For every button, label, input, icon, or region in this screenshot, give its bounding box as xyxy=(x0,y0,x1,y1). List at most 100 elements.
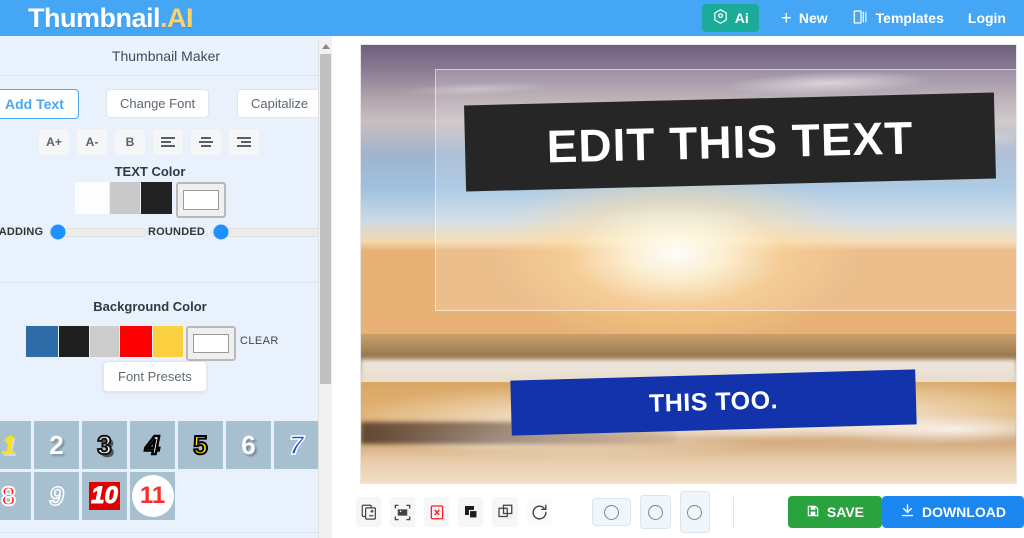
floppy-icon xyxy=(806,504,820,521)
nav-new-button[interactable]: + New xyxy=(769,0,840,36)
font-preset-label: 5 xyxy=(192,429,209,461)
bg-color-swatch-red[interactable] xyxy=(120,326,152,357)
font-preset-label: 6 xyxy=(241,429,256,460)
app-logo[interactable]: Thumbnail.AI xyxy=(28,2,194,33)
text-tools-row: Add Text Change Font Capitalize xyxy=(0,76,332,128)
bg-color-swatch-gray[interactable] xyxy=(90,326,119,357)
ratio-circle-icon xyxy=(603,504,619,520)
nav-login-label: Login xyxy=(967,10,1006,26)
cube-icon xyxy=(712,8,729,28)
canvas-area: EDIT THIS TEXT THIS TOO. xyxy=(332,36,1024,538)
format-row: A+ A- B xyxy=(0,128,332,164)
add-page-icon[interactable] xyxy=(356,497,382,527)
bring-front-icon[interactable] xyxy=(458,497,484,527)
bold-button[interactable]: B xyxy=(114,128,146,156)
brand-name: Thumbnail xyxy=(28,2,161,33)
font-preset-3[interactable]: 3 xyxy=(82,421,127,469)
scroll-up-arrow-icon[interactable] xyxy=(319,40,332,52)
align-left-icon xyxy=(161,137,175,147)
sidebar-panel: Thumbnail Maker Add Text Change Font Cap… xyxy=(0,36,333,538)
padding-slider-knob[interactable] xyxy=(50,224,66,240)
align-center-button[interactable] xyxy=(190,128,222,156)
ratio-medium[interactable] xyxy=(640,495,671,529)
font-preset-6[interactable]: 6 xyxy=(226,421,271,469)
padding-slider[interactable]: PADDING xyxy=(0,224,148,240)
plus-icon: + xyxy=(780,7,792,29)
align-center-icon xyxy=(199,137,213,147)
sidebar-divider-bottom xyxy=(0,532,332,533)
ratio-circle-icon xyxy=(687,504,703,520)
add-image-icon[interactable] xyxy=(390,497,416,527)
bg-color-picker[interactable] xyxy=(186,326,236,361)
font-presets-grid: 1 2 3 4 5 6 7 8 9 10 11 xyxy=(0,421,322,523)
padding-slider-label: PADDING xyxy=(0,226,44,238)
align-right-icon xyxy=(237,137,251,147)
brand-suffix: .AI xyxy=(160,2,194,33)
bg-color-swatch-yellow[interactable] xyxy=(153,326,183,357)
text-color-swatch-gray[interactable] xyxy=(110,182,140,214)
rounded-slider-label: ROUNDED xyxy=(148,226,206,238)
download-button[interactable]: DOWNLOAD xyxy=(881,496,1024,528)
align-left-button[interactable] xyxy=(152,128,184,156)
text-element-bottom[interactable]: THIS TOO. xyxy=(510,369,917,436)
nav-ai-button[interactable]: Ai xyxy=(701,4,759,32)
font-preset-1[interactable]: 1 xyxy=(0,421,31,469)
nav-login-button[interactable]: Login xyxy=(956,0,1018,36)
rounded-slider-track[interactable] xyxy=(211,224,332,240)
font-preset-2[interactable]: 2 xyxy=(34,421,79,469)
bg-color-swatch-blue[interactable] xyxy=(26,326,58,357)
font-preset-10[interactable]: 10 xyxy=(82,472,127,520)
toolbar-separator xyxy=(732,495,734,529)
nav-templates-button[interactable]: Templates xyxy=(840,0,956,36)
rounded-slider[interactable]: ROUNDED xyxy=(148,224,332,240)
templates-icon xyxy=(852,8,870,29)
font-presets-row-1: 1 2 3 4 5 6 7 xyxy=(0,421,322,472)
bg-color-swatch-black[interactable] xyxy=(59,326,89,357)
nav-ai-label: Ai xyxy=(734,10,749,26)
text-color-picker[interactable] xyxy=(176,182,226,218)
font-preset-11[interactable]: 11 xyxy=(130,472,175,520)
delete-icon[interactable] xyxy=(424,497,450,527)
ratio-circle-icon xyxy=(647,504,663,520)
text-color-swatch-dark[interactable] xyxy=(141,182,172,214)
refresh-icon[interactable] xyxy=(526,497,552,527)
padding-slider-track[interactable] xyxy=(49,224,148,240)
thumbnail-canvas[interactable]: EDIT THIS TEXT THIS TOO. xyxy=(361,45,1016,483)
font-preset-label: 1 xyxy=(1,429,16,460)
font-size-decrease-button[interactable]: A- xyxy=(76,128,108,156)
nav-templates-label: Templates xyxy=(875,10,944,26)
font-preset-5[interactable]: 5 xyxy=(178,421,223,469)
download-icon xyxy=(900,503,915,521)
change-font-button[interactable]: Change Font xyxy=(106,89,210,118)
nav-new-label: New xyxy=(798,10,828,26)
save-button[interactable]: SAVE xyxy=(787,496,882,528)
font-preset-7[interactable]: 7 xyxy=(274,421,319,469)
app-header: Thumbnail.AI Ai + New Templates Login xyxy=(0,0,1024,36)
send-back-icon[interactable] xyxy=(492,497,518,527)
font-presets-tooltip: Font Presets xyxy=(103,361,207,392)
font-preset-label: 10 xyxy=(89,482,120,510)
font-size-increase-button[interactable]: A+ xyxy=(38,128,70,156)
background-color-section: Background Color CLEAR Font Presets xyxy=(0,283,332,392)
bg-clear-button[interactable]: CLEAR xyxy=(240,335,279,347)
font-preset-8[interactable]: 8 xyxy=(0,472,31,520)
font-preset-label: 7 xyxy=(288,429,304,461)
rounded-slider-knob[interactable] xyxy=(213,224,229,240)
font-preset-label: 4 xyxy=(144,428,161,461)
text-element-top[interactable]: EDIT THIS TEXT xyxy=(464,92,996,192)
capitalize-button[interactable]: Capitalize xyxy=(237,89,323,118)
sidebar-scrollbar[interactable] xyxy=(318,40,332,538)
text-color-swatch-white[interactable] xyxy=(75,182,109,214)
ratio-small[interactable] xyxy=(591,498,632,526)
font-presets-row-2: 8 9 10 11 xyxy=(0,472,322,523)
add-text-button[interactable]: Add Text xyxy=(0,89,79,119)
font-preset-4[interactable]: 4 xyxy=(130,421,175,469)
ratio-large[interactable] xyxy=(679,491,710,533)
align-right-button[interactable] xyxy=(228,128,260,156)
bottom-toolbar: SAVE DOWNLOAD xyxy=(332,486,1024,538)
scrollbar-thumb[interactable] xyxy=(320,54,331,384)
font-preset-9[interactable]: 9 xyxy=(34,472,79,520)
text-color-section: TEXT Color xyxy=(0,164,332,224)
font-preset-label: 8 xyxy=(0,480,17,512)
slider-section: PADDING ROUNDED xyxy=(0,224,332,260)
